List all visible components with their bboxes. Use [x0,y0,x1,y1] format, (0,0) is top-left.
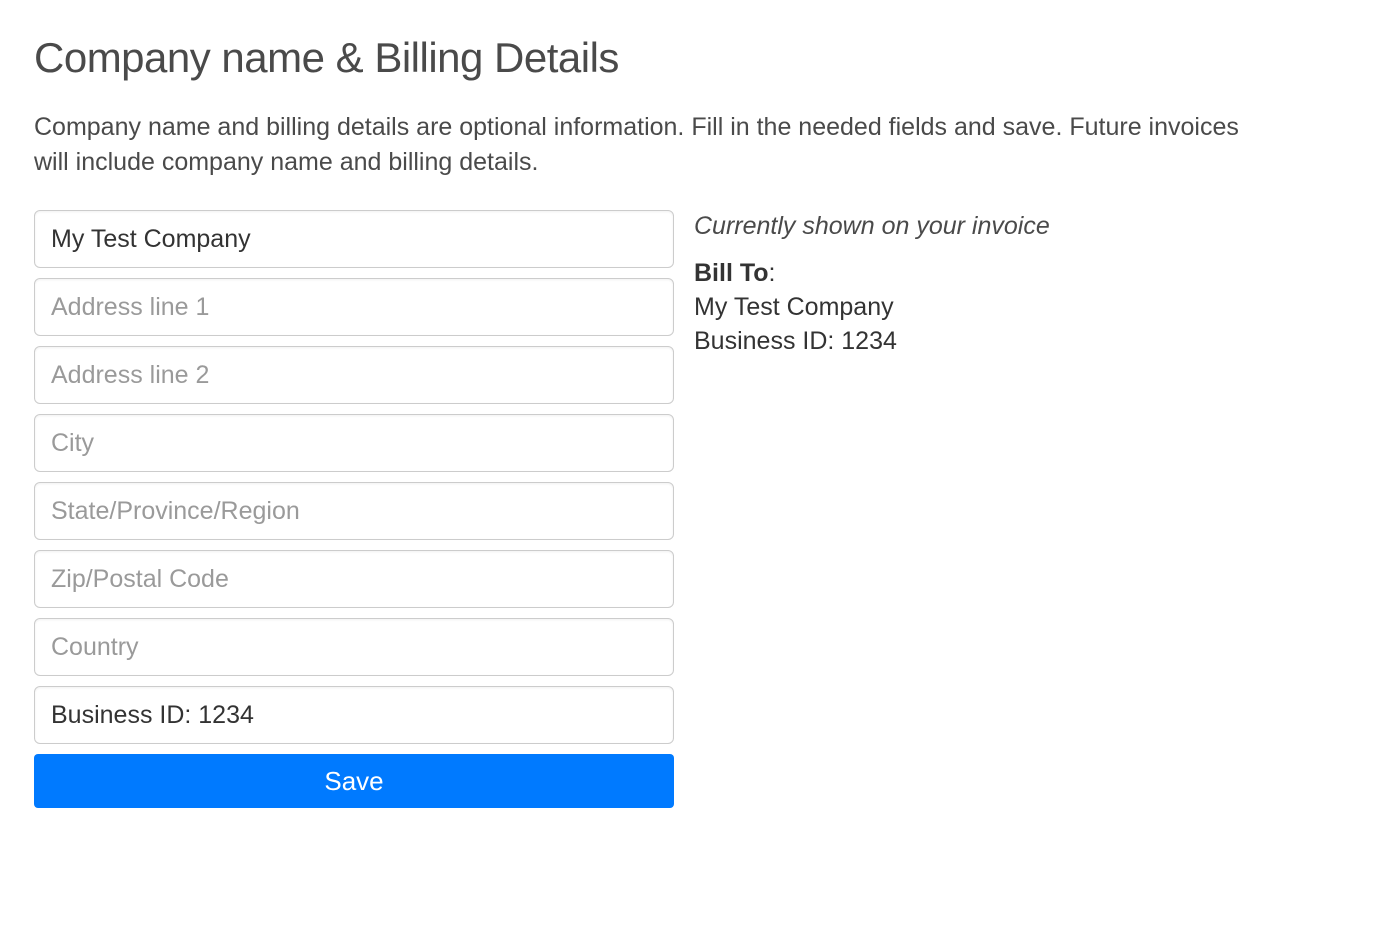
save-button[interactable]: Save [34,754,674,808]
address-line-1-input[interactable] [34,278,674,336]
page-description: Company name and billing details are opt… [34,110,1244,180]
company-name-input[interactable] [34,210,674,268]
bill-to-heading-line: Bill To: [694,257,1352,291]
business-id-input[interactable] [34,686,674,744]
bill-to-line-1: My Test Company [694,291,1352,325]
page-title: Company name & Billing Details [34,34,1352,82]
invoice-preview: Currently shown on your invoice Bill To:… [694,210,1352,358]
bill-to-colon: : [769,259,776,287]
address-line-2-input[interactable] [34,346,674,404]
billing-form: Save [34,210,674,808]
bill-to-line-2: Business ID: 1234 [694,325,1352,359]
country-input[interactable] [34,618,674,676]
zip-input[interactable] [34,550,674,608]
bill-to-heading: Bill To [694,259,769,287]
invoice-preview-label: Currently shown on your invoice [694,212,1352,241]
state-input[interactable] [34,482,674,540]
city-input[interactable] [34,414,674,472]
